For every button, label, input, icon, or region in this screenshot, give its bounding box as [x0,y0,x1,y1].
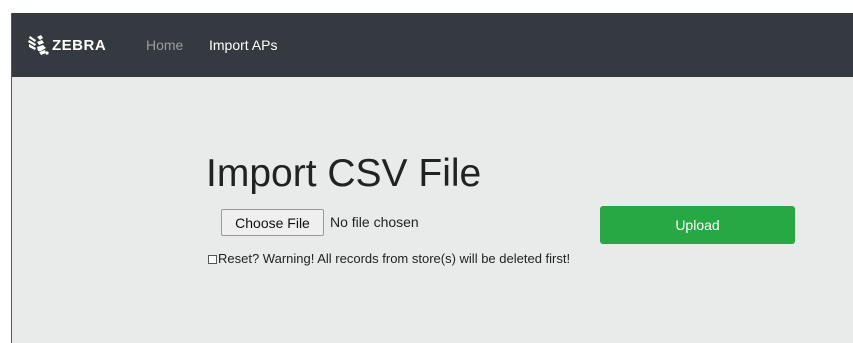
file-status-text: No file chosen [330,214,419,230]
navbar: ZEBRA Home Import APs [12,13,853,77]
nav-link-home[interactable]: Home [146,37,183,53]
brand-name: ZEBRA [52,36,107,54]
zebra-logo-icon [27,34,49,56]
choose-file-button[interactable]: Choose File [221,209,324,236]
upload-button[interactable]: Upload [600,206,795,244]
reset-warning-label: Reset? Warning! All records from store(s… [218,251,571,266]
app-window: ZEBRA Home Import APs Import CSV File Ch… [11,13,853,343]
page-title: Import CSV File [206,152,482,195]
brand[interactable]: ZEBRA [27,33,106,57]
reset-option[interactable]: Reset? Warning! All records from store(s… [208,251,570,267]
reset-checkbox[interactable] [208,254,217,264]
nav-link-import-aps[interactable]: Import APs [209,37,277,53]
